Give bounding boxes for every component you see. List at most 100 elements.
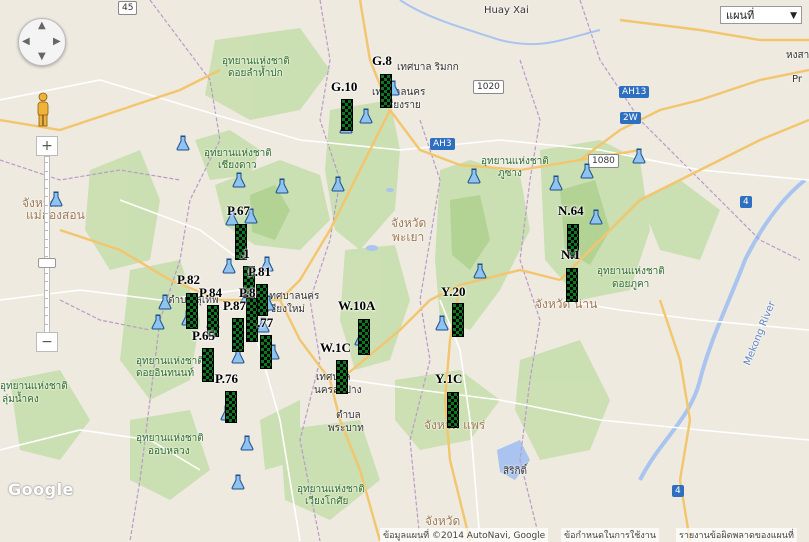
place-label: เชียงดาว: [218, 160, 257, 171]
station-label: W.10A: [338, 298, 376, 313]
flask-marker-icon[interactable]: [49, 191, 63, 207]
flask-marker-icon[interactable]: [435, 315, 449, 331]
place-label: สิริกิติ์: [503, 466, 528, 477]
flask-marker-icon[interactable]: [359, 108, 373, 124]
pan-down-icon[interactable]: ▼: [38, 51, 46, 62]
station-bar-marker[interactable]: [358, 319, 370, 355]
road-shield: AH13: [619, 86, 650, 98]
station-label: G.10: [331, 79, 358, 94]
station-label: P.82: [177, 272, 200, 287]
station-bar-marker[interactable]: [186, 293, 198, 329]
flask-marker-icon[interactable]: [151, 314, 165, 330]
station-bar-marker[interactable]: [452, 303, 464, 337]
station-bar-marker[interactable]: [225, 391, 237, 423]
place-label: ภูซาง: [498, 168, 522, 179]
station-label: P.84: [199, 285, 222, 300]
zoom-tick: [44, 323, 48, 325]
zoom-tick: [44, 272, 48, 274]
zoom-in-button[interactable]: +: [36, 136, 58, 156]
base-map[interactable]: [0, 0, 809, 541]
station-bar-marker[interactable]: [566, 268, 578, 302]
station-bar-marker[interactable]: [260, 335, 272, 369]
flask-marker-icon[interactable]: [632, 148, 646, 164]
zoom-tick: [44, 306, 48, 308]
place-label: หงสา: [786, 50, 809, 61]
flask-marker-icon[interactable]: [240, 435, 254, 451]
zoom-tick: [44, 230, 48, 231]
flask-marker-icon[interactable]: [275, 178, 289, 194]
place-label: Huay Xai: [484, 5, 529, 16]
station-label: P.87: [223, 298, 246, 313]
flask-marker-icon[interactable]: [231, 474, 245, 490]
station-label: N.1: [561, 247, 581, 262]
zoom-tick: [44, 204, 48, 206]
zoom-tick: [44, 238, 48, 240]
station-bar-marker[interactable]: [202, 348, 214, 382]
place-label: ดอยอินทนนท์: [136, 368, 195, 379]
attribution-bar: ข้อมูลแผนที่ ©2014 AutoNavi, Google ข้อก…: [0, 526, 809, 542]
pegman-icon[interactable]: [35, 92, 51, 128]
zoom-tick: [44, 255, 48, 257]
zoom-tick: [44, 221, 48, 223]
map-data-credit: ข้อมูลแผนที่ ©2014 AutoNavi, Google: [380, 528, 549, 542]
flask-marker-icon[interactable]: [232, 172, 246, 188]
place-label: เทศบาล ริมกก: [397, 62, 459, 73]
flask-marker-icon[interactable]: [158, 294, 172, 310]
pan-up-icon[interactable]: ▲: [38, 20, 46, 31]
station-label: G.8: [372, 53, 392, 68]
google-logo: Google: [8, 480, 74, 499]
station-bar-marker[interactable]: [341, 99, 353, 131]
zoom-tick: [44, 170, 48, 172]
zoom-tick: [44, 213, 48, 214]
station-label: .1: [240, 246, 250, 261]
place-label: ดอยภูคา: [612, 279, 650, 290]
station-bar-marker[interactable]: [447, 392, 459, 428]
place-label: พะเยา: [392, 230, 425, 244]
flask-marker-icon[interactable]: [176, 135, 190, 151]
road-shield: 4: [740, 196, 752, 208]
flask-marker-icon[interactable]: [549, 175, 563, 191]
road-shield: 2W: [620, 112, 641, 124]
flask-marker-icon[interactable]: [331, 176, 345, 192]
pan-right-icon[interactable]: ▶: [53, 36, 61, 47]
station-bar-marker[interactable]: [232, 318, 244, 352]
station-label: W.1C: [320, 340, 351, 355]
flask-marker-icon[interactable]: [580, 163, 594, 179]
station-bar-marker[interactable]: [336, 360, 348, 394]
station-bar-marker[interactable]: [380, 74, 392, 108]
station-label: P.65: [192, 328, 215, 343]
place-label: ลุ่มน้ำคง: [2, 394, 39, 405]
zoom-tick: [44, 162, 48, 163]
place-label: พระบาท: [328, 423, 364, 434]
chevron-down-icon: ▼: [790, 11, 797, 21]
road-shield: 1020: [473, 80, 504, 94]
zoom-tick: [44, 179, 48, 180]
map-type-dropdown[interactable]: แผนที่ ▼: [720, 6, 802, 24]
flask-marker-icon[interactable]: [589, 209, 603, 225]
flask-marker-icon[interactable]: [222, 258, 236, 274]
station-label: .77: [257, 315, 274, 330]
road-shield: 4: [672, 485, 684, 497]
zoom-tick: [44, 187, 48, 189]
zoom-slider-handle[interactable]: [38, 258, 56, 268]
report-error-link[interactable]: รายงานข้อผิดพลาดของแผนที่: [676, 528, 797, 542]
zoom-tick: [44, 315, 48, 316]
station-label: P.67: [227, 203, 250, 218]
pan-left-icon[interactable]: ◀: [22, 36, 30, 47]
flask-marker-icon[interactable]: [473, 263, 487, 279]
place-label: ออบหลวง: [148, 446, 190, 457]
zoom-out-button[interactable]: −: [36, 332, 58, 352]
terms-link[interactable]: ข้อกำหนดในการใช้งาน: [561, 528, 659, 542]
zoom-tick: [44, 247, 48, 248]
zoom-tick: [44, 289, 48, 291]
station-label: P.81: [248, 264, 271, 279]
road-shield: AH3: [430, 138, 455, 150]
pan-control[interactable]: ▲ ▼ ◀ ▶: [18, 18, 66, 66]
place-label: แม่ฮ่องสอน: [26, 208, 85, 222]
place-label: เวียงโกศัย: [305, 496, 349, 507]
road-shield: 45: [118, 1, 138, 15]
flask-marker-icon[interactable]: [467, 168, 481, 184]
station-label: P.76: [215, 371, 238, 386]
station-label: Y.20: [441, 284, 466, 299]
place-label: ดอยลำห้ำปก: [228, 68, 283, 79]
